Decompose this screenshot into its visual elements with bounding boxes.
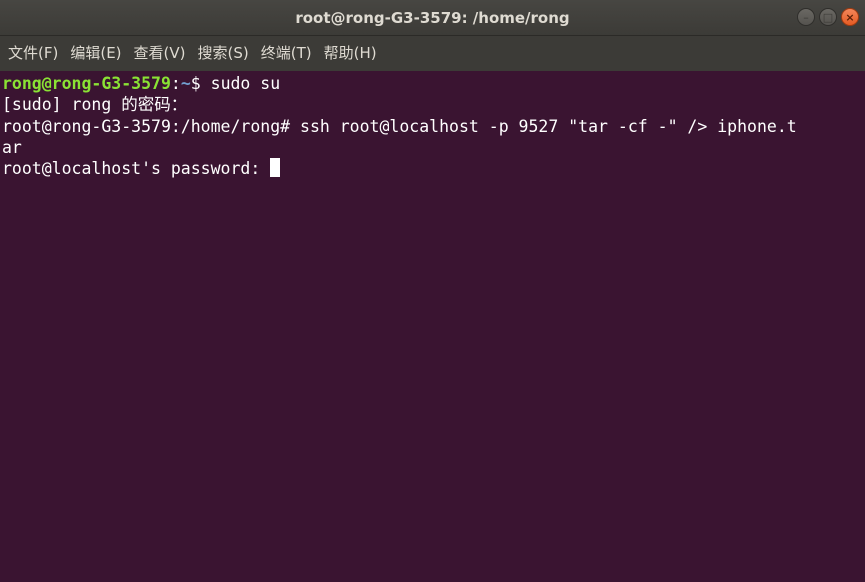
password-prompt: root@localhost's password: [2, 159, 271, 179]
terminal-line-1: rong@rong-G3-3579:~$ sudo su [2, 73, 865, 94]
prompt-user-host: rong@rong-G3-3579 [2, 74, 171, 93]
terminal-line-2: [sudo] rong 的密码： [2, 95, 188, 115]
terminal-window: root@rong-G3-3579: /home/rong – □ × 文件(F… [0, 0, 865, 582]
menu-edit[interactable]: 编辑(E) [64, 36, 127, 71]
menu-help[interactable]: 帮助(H) [318, 36, 383, 71]
menu-search[interactable]: 搜索(S) [192, 36, 255, 71]
text-cursor [270, 158, 281, 178]
menu-view[interactable]: 查看(V) [128, 36, 192, 71]
minimize-icon: – [803, 10, 809, 24]
title-bar[interactable]: root@rong-G3-3579: /home/rong – □ × [0, 0, 865, 36]
window-title: root@rong-G3-3579: /home/rong [295, 9, 570, 27]
menu-bar: 文件(F) 编辑(E) 查看(V) 搜索(S) 终端(T) 帮助(H) [0, 36, 865, 71]
menu-file[interactable]: 文件(F) [2, 36, 64, 71]
close-button[interactable]: × [841, 8, 859, 26]
menu-terminal[interactable]: 终端(T) [255, 36, 318, 71]
maximize-button[interactable]: □ [819, 8, 837, 26]
terminal-output[interactable]: rong@rong-G3-3579:~$ sudo su [sudo] rong… [0, 71, 865, 582]
prompt-path: ~ [180, 74, 191, 93]
window-controls: – □ × [797, 8, 859, 26]
close-icon: × [845, 10, 855, 24]
terminal-line-5: root@localhost's password: [2, 158, 865, 179]
maximize-icon: □ [822, 10, 834, 24]
terminal-line-4: ar [2, 137, 22, 157]
terminal-line-3: root@rong-G3-3579:/home/rong# ssh root@l… [2, 116, 797, 136]
minimize-button[interactable]: – [797, 8, 815, 26]
prompt-command: $ sudo su [190, 74, 281, 93]
prompt-separator: : [170, 74, 181, 93]
